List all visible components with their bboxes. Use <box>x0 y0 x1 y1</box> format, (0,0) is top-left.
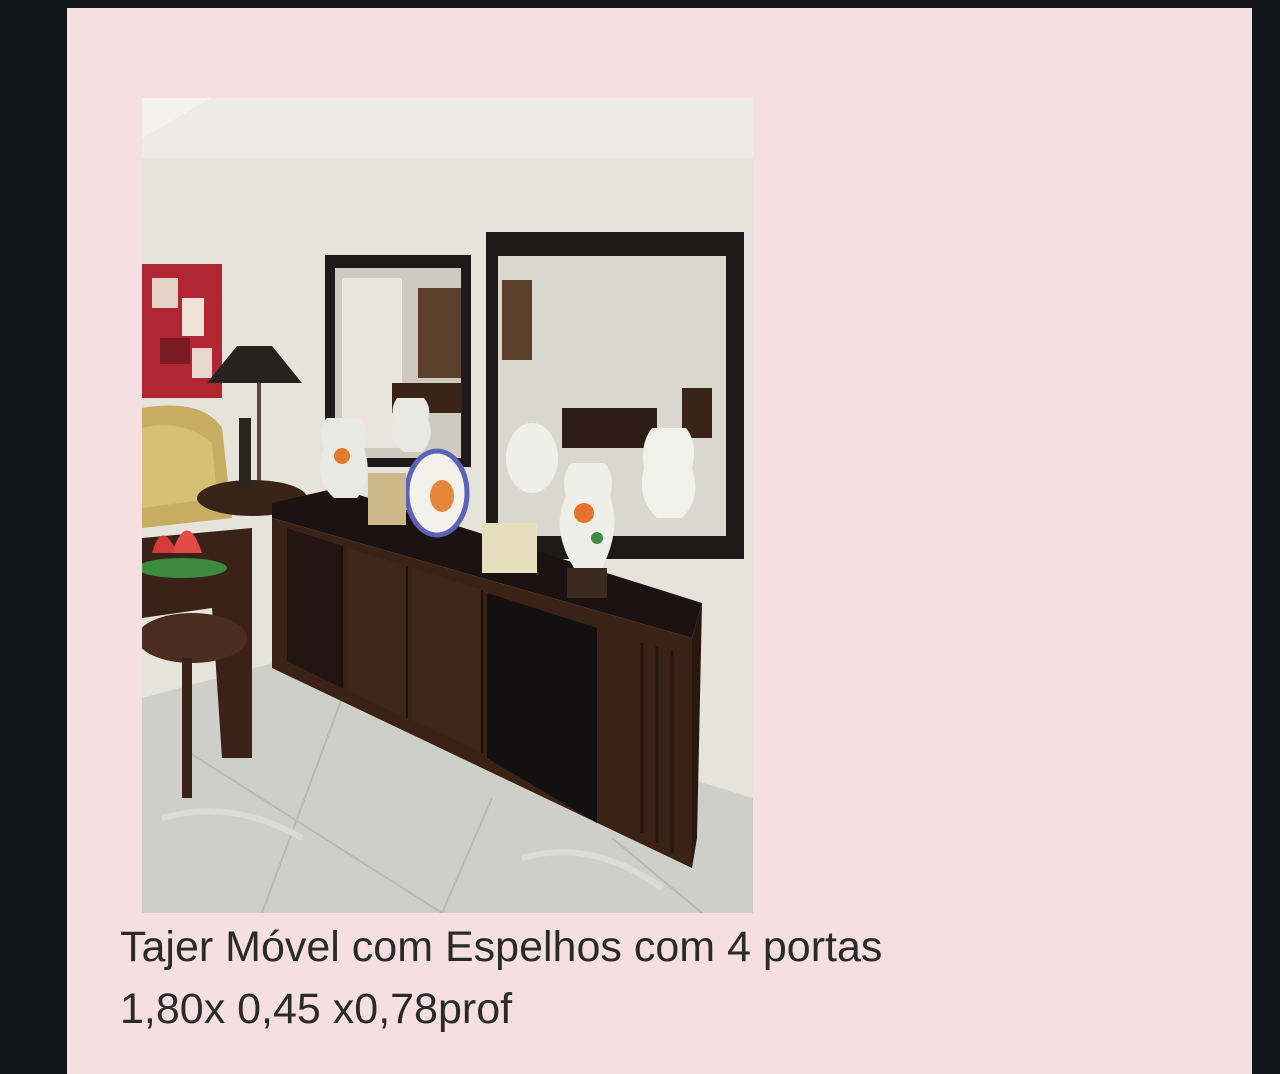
sideboard-image <box>142 98 753 913</box>
item-dimensions: 1,80x 0,45 x0,78prof <box>120 985 513 1033</box>
screen-background: Tajer Móvel com Espelhos com 4 portas 1,… <box>0 0 1280 1074</box>
furniture-photo[interactable] <box>142 98 753 913</box>
item-title: Tajer Móvel com Espelhos com 4 portas <box>120 923 883 971</box>
post-caption: Tajer Móvel com Espelhos com 4 portas 1,… <box>120 916 1220 1040</box>
post-card: Tajer Móvel com Espelhos com 4 portas 1,… <box>67 8 1252 1074</box>
